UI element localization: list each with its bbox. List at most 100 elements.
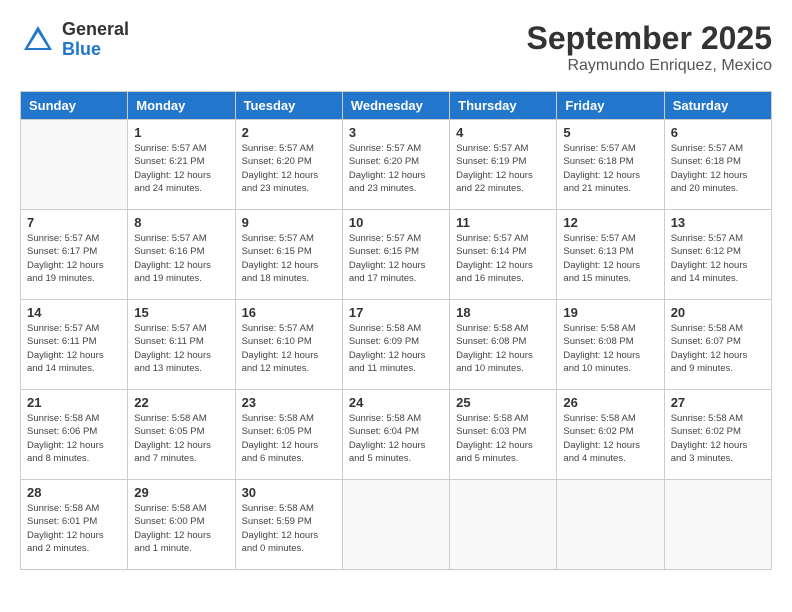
cell-info: Sunrise: 5:57 AM Sunset: 6:15 PM Dayligh… bbox=[349, 232, 443, 285]
calendar-header-row: SundayMondayTuesdayWednesdayThursdayFrid… bbox=[21, 92, 772, 120]
title-area: September 2025 Raymundo Enriquez, Mexico bbox=[527, 20, 772, 75]
day-number: 2 bbox=[242, 125, 336, 140]
day-number: 10 bbox=[349, 215, 443, 230]
day-header-saturday: Saturday bbox=[664, 92, 771, 120]
calendar-cell: 22 Sunrise: 5:58 AM Sunset: 6:05 PM Dayli… bbox=[128, 390, 235, 480]
calendar-cell: 30 Sunrise: 5:58 AM Sunset: 5:59 PM Dayli… bbox=[235, 480, 342, 570]
calendar-cell bbox=[342, 480, 449, 570]
cell-info: Sunrise: 5:57 AM Sunset: 6:18 PM Dayligh… bbox=[563, 142, 657, 195]
calendar-cell: 12Sunrise: 5:57 AM Sunset: 6:13 PM Dayli… bbox=[557, 210, 664, 300]
cell-info: Sunrise: 5:57 AM Sunset: 6:11 PM Dayligh… bbox=[134, 322, 228, 375]
cell-info: Sunrise: 5:57 AM Sunset: 6:15 PM Dayligh… bbox=[242, 232, 336, 285]
calendar-cell: 20 Sunrise: 5:58 AM Sunset: 6:07 PM Dayli… bbox=[664, 300, 771, 390]
logo-line2: Blue bbox=[62, 40, 129, 60]
day-number: 20 bbox=[671, 305, 765, 320]
cell-info: Sunrise: 5:57 AM Sunset: 6:21 PM Dayligh… bbox=[134, 142, 228, 195]
calendar-subtitle: Raymundo Enriquez, Mexico bbox=[527, 57, 772, 75]
day-header-tuesday: Tuesday bbox=[235, 92, 342, 120]
day-number: 28 bbox=[27, 485, 121, 500]
calendar-cell: 4 Sunrise: 5:57 AM Sunset: 6:19 PM Daylig… bbox=[450, 120, 557, 210]
calendar-week-row: 21Sunrise: 5:58 AM Sunset: 6:06 PM Dayli… bbox=[21, 390, 772, 480]
calendar-cell: 6Sunrise: 5:57 AM Sunset: 6:18 PM Daylig… bbox=[664, 120, 771, 210]
calendar-cell: 16Sunrise: 5:57 AM Sunset: 6:10 PM Dayli… bbox=[235, 300, 342, 390]
calendar-cell: 10 Sunrise: 5:57 AM Sunset: 6:15 PM Dayli… bbox=[342, 210, 449, 300]
calendar-cell: 21Sunrise: 5:58 AM Sunset: 6:06 PM Dayli… bbox=[21, 390, 128, 480]
cell-info: Sunrise: 5:58 AM Sunset: 6:00 PM Dayligh… bbox=[134, 502, 228, 555]
cell-info: Sunrise: 5:58 AM Sunset: 6:02 PM Dayligh… bbox=[671, 412, 765, 465]
calendar-cell: 26 Sunrise: 5:58 AM Sunset: 6:02 PM Dayli… bbox=[557, 390, 664, 480]
calendar-cell bbox=[450, 480, 557, 570]
calendar-cell: 19Sunrise: 5:58 AM Sunset: 6:08 PM Dayli… bbox=[557, 300, 664, 390]
day-number: 29 bbox=[134, 485, 228, 500]
calendar-week-row: 1 Sunrise: 5:57 AM Sunset: 6:21 PM Daylig… bbox=[21, 120, 772, 210]
day-number: 8 bbox=[134, 215, 228, 230]
day-number: 26 bbox=[563, 395, 657, 410]
day-header-sunday: Sunday bbox=[21, 92, 128, 120]
calendar-cell: 23Sunrise: 5:58 AM Sunset: 6:05 PM Dayli… bbox=[235, 390, 342, 480]
calendar-cell: 18 Sunrise: 5:58 AM Sunset: 6:08 PM Dayli… bbox=[450, 300, 557, 390]
day-number: 16 bbox=[242, 305, 336, 320]
calendar-cell: 3Sunrise: 5:57 AM Sunset: 6:20 PM Daylig… bbox=[342, 120, 449, 210]
day-number: 22 bbox=[134, 395, 228, 410]
day-number: 11 bbox=[456, 215, 550, 230]
cell-info: Sunrise: 5:57 AM Sunset: 6:11 PM Dayligh… bbox=[27, 322, 121, 375]
calendar-table: SundayMondayTuesdayWednesdayThursdayFrid… bbox=[20, 91, 772, 570]
calendar-cell: 25 Sunrise: 5:58 AM Sunset: 6:03 PM Dayli… bbox=[450, 390, 557, 480]
calendar-cell: 15 Sunrise: 5:57 AM Sunset: 6:11 PM Dayli… bbox=[128, 300, 235, 390]
day-number: 13 bbox=[671, 215, 765, 230]
day-number: 5 bbox=[563, 125, 657, 140]
calendar-cell: 8 Sunrise: 5:57 AM Sunset: 6:16 PM Daylig… bbox=[128, 210, 235, 300]
day-number: 14 bbox=[27, 305, 121, 320]
calendar-title: September 2025 bbox=[527, 20, 772, 57]
day-number: 1 bbox=[134, 125, 228, 140]
logo: General Blue bbox=[20, 20, 129, 60]
calendar-cell: 5 Sunrise: 5:57 AM Sunset: 6:18 PM Daylig… bbox=[557, 120, 664, 210]
logo-line1: General bbox=[62, 20, 129, 40]
cell-info: Sunrise: 5:57 AM Sunset: 6:17 PM Dayligh… bbox=[27, 232, 121, 285]
day-number: 23 bbox=[242, 395, 336, 410]
cell-info: Sunrise: 5:58 AM Sunset: 6:08 PM Dayligh… bbox=[563, 322, 657, 375]
cell-info: Sunrise: 5:58 AM Sunset: 6:01 PM Dayligh… bbox=[27, 502, 121, 555]
calendar-cell: 7 Sunrise: 5:57 AM Sunset: 6:17 PM Daylig… bbox=[21, 210, 128, 300]
calendar-cell: 11 Sunrise: 5:57 AM Sunset: 6:14 PM Dayli… bbox=[450, 210, 557, 300]
day-number: 25 bbox=[456, 395, 550, 410]
calendar-cell: 13 Sunrise: 5:57 AM Sunset: 6:12 PM Dayli… bbox=[664, 210, 771, 300]
day-header-friday: Friday bbox=[557, 92, 664, 120]
calendar-week-row: 28 Sunrise: 5:58 AM Sunset: 6:01 PM Dayli… bbox=[21, 480, 772, 570]
day-number: 30 bbox=[242, 485, 336, 500]
day-header-wednesday: Wednesday bbox=[342, 92, 449, 120]
header: General Blue September 2025 Raymundo Enr… bbox=[20, 20, 772, 75]
cell-info: Sunrise: 5:57 AM Sunset: 6:13 PM Dayligh… bbox=[563, 232, 657, 285]
day-header-thursday: Thursday bbox=[450, 92, 557, 120]
calendar-cell: 9 Sunrise: 5:57 AM Sunset: 6:15 PM Daylig… bbox=[235, 210, 342, 300]
day-number: 15 bbox=[134, 305, 228, 320]
calendar-cell bbox=[664, 480, 771, 570]
cell-info: Sunrise: 5:58 AM Sunset: 6:04 PM Dayligh… bbox=[349, 412, 443, 465]
day-number: 9 bbox=[242, 215, 336, 230]
day-number: 17 bbox=[349, 305, 443, 320]
cell-info: Sunrise: 5:58 AM Sunset: 5:59 PM Dayligh… bbox=[242, 502, 336, 555]
calendar-cell: 2Sunrise: 5:57 AM Sunset: 6:20 PM Daylig… bbox=[235, 120, 342, 210]
day-number: 21 bbox=[27, 395, 121, 410]
cell-info: Sunrise: 5:58 AM Sunset: 6:08 PM Dayligh… bbox=[456, 322, 550, 375]
cell-info: Sunrise: 5:58 AM Sunset: 6:03 PM Dayligh… bbox=[456, 412, 550, 465]
cell-info: Sunrise: 5:58 AM Sunset: 6:05 PM Dayligh… bbox=[134, 412, 228, 465]
calendar-week-row: 14 Sunrise: 5:57 AM Sunset: 6:11 PM Dayli… bbox=[21, 300, 772, 390]
calendar-cell: 24 Sunrise: 5:58 AM Sunset: 6:04 PM Dayli… bbox=[342, 390, 449, 480]
day-number: 24 bbox=[349, 395, 443, 410]
cell-info: Sunrise: 5:58 AM Sunset: 6:02 PM Dayligh… bbox=[563, 412, 657, 465]
logo-icon bbox=[20, 22, 56, 58]
calendar-cell: 27Sunrise: 5:58 AM Sunset: 6:02 PM Dayli… bbox=[664, 390, 771, 480]
day-number: 4 bbox=[456, 125, 550, 140]
day-number: 7 bbox=[27, 215, 121, 230]
cell-info: Sunrise: 5:57 AM Sunset: 6:19 PM Dayligh… bbox=[456, 142, 550, 195]
calendar-cell: 28 Sunrise: 5:58 AM Sunset: 6:01 PM Dayli… bbox=[21, 480, 128, 570]
cell-info: Sunrise: 5:57 AM Sunset: 6:12 PM Dayligh… bbox=[671, 232, 765, 285]
cell-info: Sunrise: 5:57 AM Sunset: 6:14 PM Dayligh… bbox=[456, 232, 550, 285]
day-number: 3 bbox=[349, 125, 443, 140]
cell-info: Sunrise: 5:58 AM Sunset: 6:07 PM Dayligh… bbox=[671, 322, 765, 375]
day-number: 18 bbox=[456, 305, 550, 320]
cell-info: Sunrise: 5:58 AM Sunset: 6:09 PM Dayligh… bbox=[349, 322, 443, 375]
day-header-monday: Monday bbox=[128, 92, 235, 120]
cell-info: Sunrise: 5:57 AM Sunset: 6:16 PM Dayligh… bbox=[134, 232, 228, 285]
